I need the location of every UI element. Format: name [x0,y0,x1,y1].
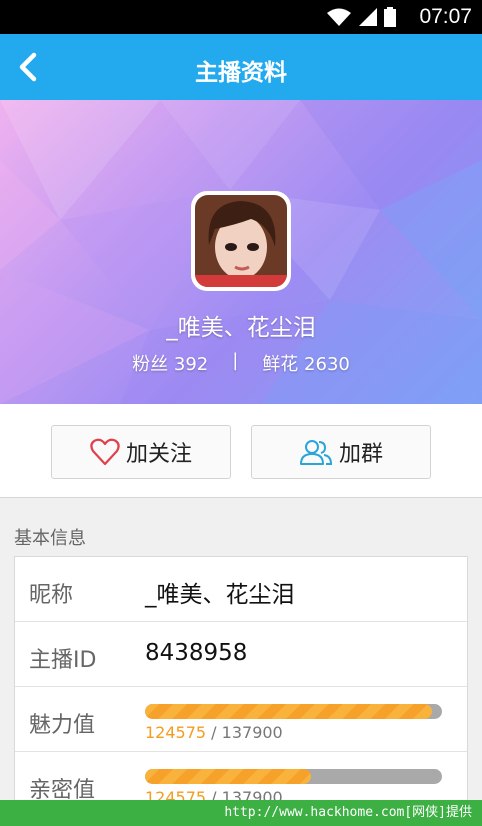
profile-header: _唯美、花尘泪 粉丝 392 | 鲜花 2630 [0,100,482,404]
charm-progress-text: 124575 / 137900 [145,723,283,742]
info-row-nickname: 昵称 _唯美、花尘泪 [15,557,467,622]
info-row-intimacy: 亲密值 124575 / 137900 [15,752,467,805]
nickname-label: 昵称 [29,583,74,608]
flowers-label: 鲜花 [262,354,299,375]
join-group-button[interactable]: 加群 [251,425,431,479]
anchor-id-value: 8438958 [145,640,248,666]
anchor-id-label: 主播ID [29,648,97,673]
avatar-photo [195,195,287,287]
group-icon [299,440,332,465]
fans-stat: 粉丝 392 [132,350,208,376]
follow-label: 加关注 [125,442,192,467]
charm-current: 124575 [145,723,207,742]
action-bar: 加关注 加群 [0,404,482,498]
page-title: 主播资料 [195,60,287,86]
heart-icon [90,438,120,466]
stats-separator: | [232,350,239,371]
info-row-anchor-id: 主播ID 8438958 [15,622,467,687]
charm-label: 魅力值 [29,713,96,738]
group-label: 加群 [338,442,383,467]
follow-button[interactable]: 加关注 [51,425,231,479]
charm-total: / 137900 [211,723,283,742]
watermark-bar: http://www.hackhome.com[网侠]提供 [0,800,482,826]
title-bar: 主播资料 [0,34,482,100]
flowers-count: 2630 [304,354,350,375]
charm-progress-bar [145,704,442,719]
flowers-stat: 鲜花 2630 [262,350,350,376]
status-bar: 07:07 [0,0,482,34]
nickname-value: _唯美、花尘泪 [145,582,295,608]
info-table: 昵称 _唯美、花尘泪 主播ID 8438958 魅力值 124575 / 137… [14,556,468,806]
status-icons [326,6,396,28]
battery-icon [384,7,396,27]
fans-label: 粉丝 [132,354,169,375]
charm-progress-fill [145,704,432,719]
avatar [191,191,291,291]
profile-stats: 粉丝 392 | 鲜花 2630 [0,350,482,376]
wifi-icon [327,8,351,26]
info-row-charm: 魅力值 124575 / 137900 [15,687,467,752]
section-title-basic-info: 基本信息 [14,528,86,549]
status-time: 07:07 [419,5,472,28]
intimacy-progress-bar [145,769,442,784]
anchor-name: _唯美、花尘泪 [166,315,316,341]
fans-count: 392 [173,354,209,375]
signal-icon [359,8,377,26]
intimacy-progress-fill [145,769,312,784]
